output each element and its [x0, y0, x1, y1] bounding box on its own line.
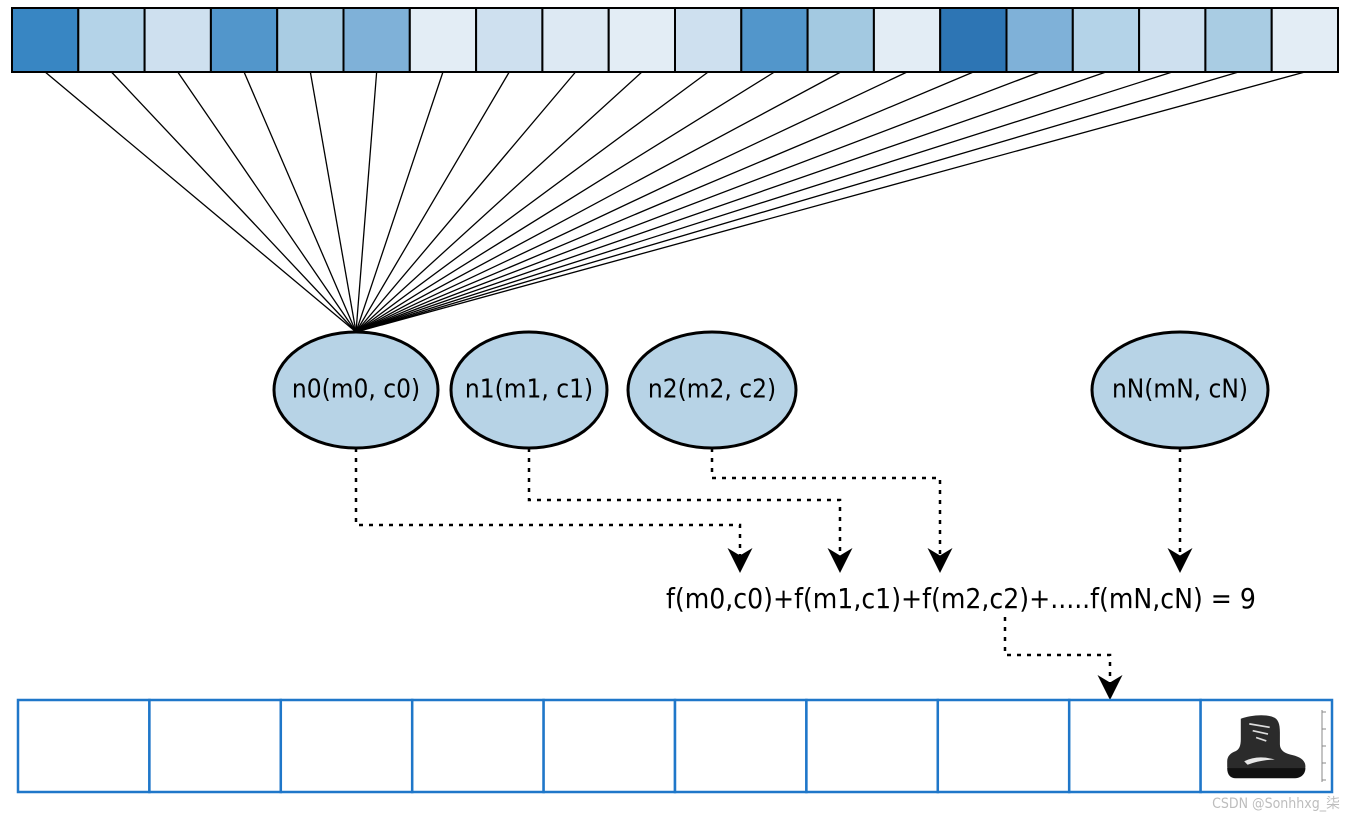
- input-cell: [344, 8, 410, 72]
- output-cell: [149, 700, 280, 792]
- neuron-nN-label: nN(mN, cN): [1112, 375, 1248, 405]
- neuron-n0-label: n0(m0, c0): [292, 375, 420, 405]
- input-cell: [808, 8, 874, 72]
- neuron-n1: n1(m1, c1): [451, 332, 607, 448]
- input-cell: [1205, 8, 1271, 72]
- input-cell: [1272, 8, 1338, 72]
- output-cell: [544, 700, 675, 792]
- neuron-n2-label: n2(m2, c2): [648, 375, 776, 405]
- output-cell: [938, 700, 1069, 792]
- node-to-formula-arrows: [356, 448, 1180, 568]
- output-cell: [806, 700, 937, 792]
- output-cell: [1069, 700, 1200, 792]
- watermark-text: CSDN @Sonhhxg_柒: [1212, 796, 1340, 812]
- input-cell: [211, 8, 277, 72]
- input-cell: [476, 8, 542, 72]
- input-cell: [1007, 8, 1073, 72]
- neuron-n2: n2(m2, c2): [628, 332, 796, 448]
- input-cell: [542, 8, 608, 72]
- input-cell: [277, 8, 343, 72]
- input-cell: [940, 8, 1006, 72]
- output-vector: [18, 700, 1332, 792]
- neuron-nN: nN(mN, cN): [1092, 332, 1268, 448]
- input-cell: [410, 8, 476, 72]
- input-cell: [78, 8, 144, 72]
- output-cell: [18, 700, 149, 792]
- output-cell: [281, 700, 412, 792]
- output-cell: [412, 700, 543, 792]
- input-connections: [45, 72, 1305, 332]
- input-cell: [874, 8, 940, 72]
- formula-to-output-arrow: [1005, 617, 1110, 695]
- input-cell: [12, 8, 78, 72]
- input-cell: [741, 8, 807, 72]
- boot-icon: [1209, 706, 1326, 786]
- neuron-n1-label: n1(m1, c1): [465, 375, 593, 405]
- neuron-n0: n0(m0, c0): [274, 332, 438, 448]
- input-cell: [1073, 8, 1139, 72]
- input-vector: [12, 8, 1338, 72]
- aggregation-formula: f(m0,c0)+f(m1,c1)+f(m2,c2)+.....f(mN,cN)…: [666, 582, 1256, 615]
- input-cell: [609, 8, 675, 72]
- output-cell: [675, 700, 806, 792]
- input-cell: [1139, 8, 1205, 72]
- input-cell: [145, 8, 211, 72]
- input-cell: [675, 8, 741, 72]
